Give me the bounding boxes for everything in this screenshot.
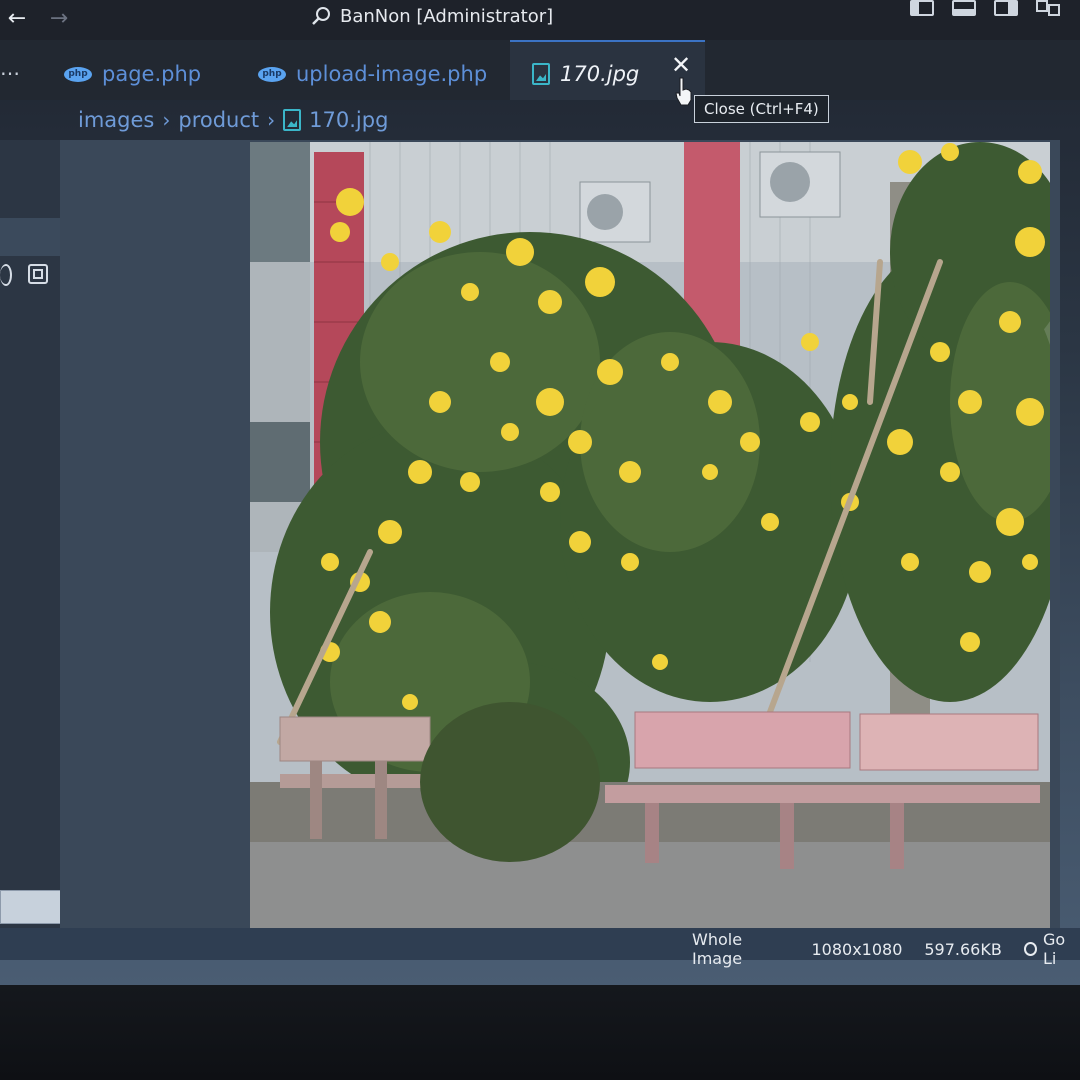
tab-label: upload-image.php [296,62,488,86]
status-view-mode[interactable]: Whole Image [692,930,789,968]
broadcast-icon [1023,942,1037,956]
monitor-bezel [0,985,1080,1080]
chevron-right-icon: › [162,108,171,132]
go-live-button[interactable]: Go Li [1023,930,1080,968]
php-file-icon: php [258,66,286,82]
tab-upload-image-php[interactable]: php upload-image.php [258,54,487,94]
go-live-label: Go Li [1042,930,1066,968]
status-file-size: 597.66KB [924,939,1002,959]
tab-170-jpg[interactable]: 170.jpg [532,54,639,94]
image-file-icon [283,109,302,131]
toggle-panel-icon[interactable] [952,0,976,16]
php-file-icon: php [64,66,92,82]
breadcrumb-item-product[interactable]: product [178,108,259,132]
close-tooltip: Close (Ctrl+F4) [694,95,829,123]
status-items: Whole Image 1080x1080 597.66KB Go Li [692,930,1080,968]
search-icon [312,7,330,25]
side-panel-header [0,218,60,256]
more-actions-icon[interactable]: … [0,56,21,80]
side-panel [0,140,60,940]
title-bar: ← → BanNon [Administrator] [0,0,1080,40]
toggle-sidebar-icon[interactable] [910,0,934,16]
monitor-screen: ← → BanNon [Administrator] … php page.ph… [0,0,1080,985]
breadcrumb-item-images[interactable]: images [78,108,154,132]
hand-pointer-icon [675,77,692,106]
toggle-secondary-sidebar-icon[interactable] [994,0,1018,16]
chevron-right-icon: › [267,108,276,132]
window-title: BanNon [Administrator] [340,5,554,27]
photo-scene [250,142,1050,930]
image-file-icon [532,63,550,85]
forward-arrow-icon[interactable]: → [46,6,72,32]
breadcrumb: images › product › 170.jpg [78,108,388,132]
command-center[interactable]: BanNon [Administrator] [310,2,553,30]
image-preview[interactable] [250,142,1050,930]
tab-page-php[interactable]: php page.php [64,54,201,94]
refresh-icon[interactable] [0,264,12,286]
customize-layout-icon[interactable] [1036,0,1060,16]
tab-label: page.php [102,62,202,86]
tab-label: 170.jpg [560,62,640,86]
close-tab-icon[interactable]: ✕ [668,52,694,78]
breadcrumb-item-file[interactable]: 170.jpg [309,108,388,132]
layout-controls [910,0,1060,16]
collapse-all-icon[interactable] [28,264,48,284]
status-dimensions: 1080x1080 [811,939,903,959]
back-arrow-icon[interactable]: ← [4,6,30,32]
